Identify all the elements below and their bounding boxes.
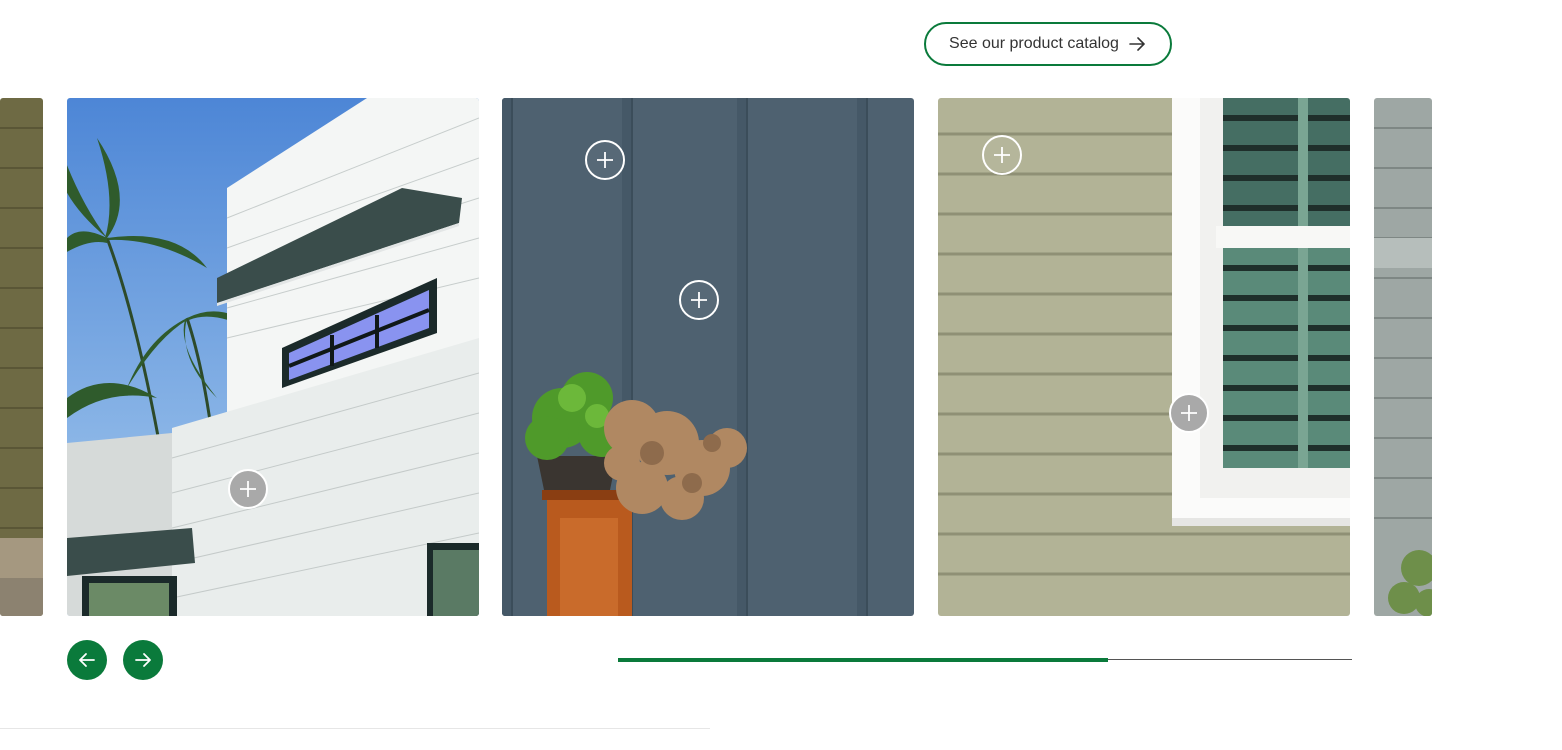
white-modern-siding-card[interactable] — [67, 98, 479, 616]
plus-icon — [240, 481, 256, 497]
plus-icon — [994, 147, 1010, 163]
sage-lap-siding-card[interactable] — [938, 98, 1350, 616]
product-catalog-label: See our product catalog — [949, 35, 1119, 52]
product-hotspot-button[interactable] — [228, 469, 268, 509]
white-siding-house-image — [67, 98, 479, 616]
product-hotspot-button[interactable] — [585, 140, 625, 180]
plus-icon — [691, 292, 707, 308]
carousel-progress-bar — [618, 658, 1352, 662]
blue-board-and-batten-card[interactable] — [502, 98, 914, 616]
carousel-next-button[interactable] — [123, 640, 163, 680]
partial-next-card[interactable] — [1374, 98, 1432, 616]
product-hotspot-button[interactable] — [679, 280, 719, 320]
section-divider — [0, 728, 710, 729]
sage-lap-siding-image — [938, 98, 1350, 616]
arrow-right-icon — [1129, 37, 1145, 51]
partial-previous-card[interactable] — [0, 98, 43, 616]
arrow-right-icon — [135, 653, 151, 667]
product-catalog-button[interactable]: See our product catalog — [924, 22, 1172, 66]
arrow-left-icon — [79, 653, 95, 667]
plus-icon — [1181, 405, 1197, 421]
olive-siding-image — [0, 98, 43, 616]
product-hotspot-button[interactable] — [1169, 393, 1209, 433]
product-hotspot-button[interactable] — [982, 135, 1022, 175]
plus-icon — [597, 152, 613, 168]
carousel-prev-button[interactable] — [67, 640, 107, 680]
gray-siding-image — [1374, 98, 1432, 616]
blue-board-and-batten-image — [502, 98, 914, 616]
carousel-progress-fill — [618, 658, 1108, 662]
